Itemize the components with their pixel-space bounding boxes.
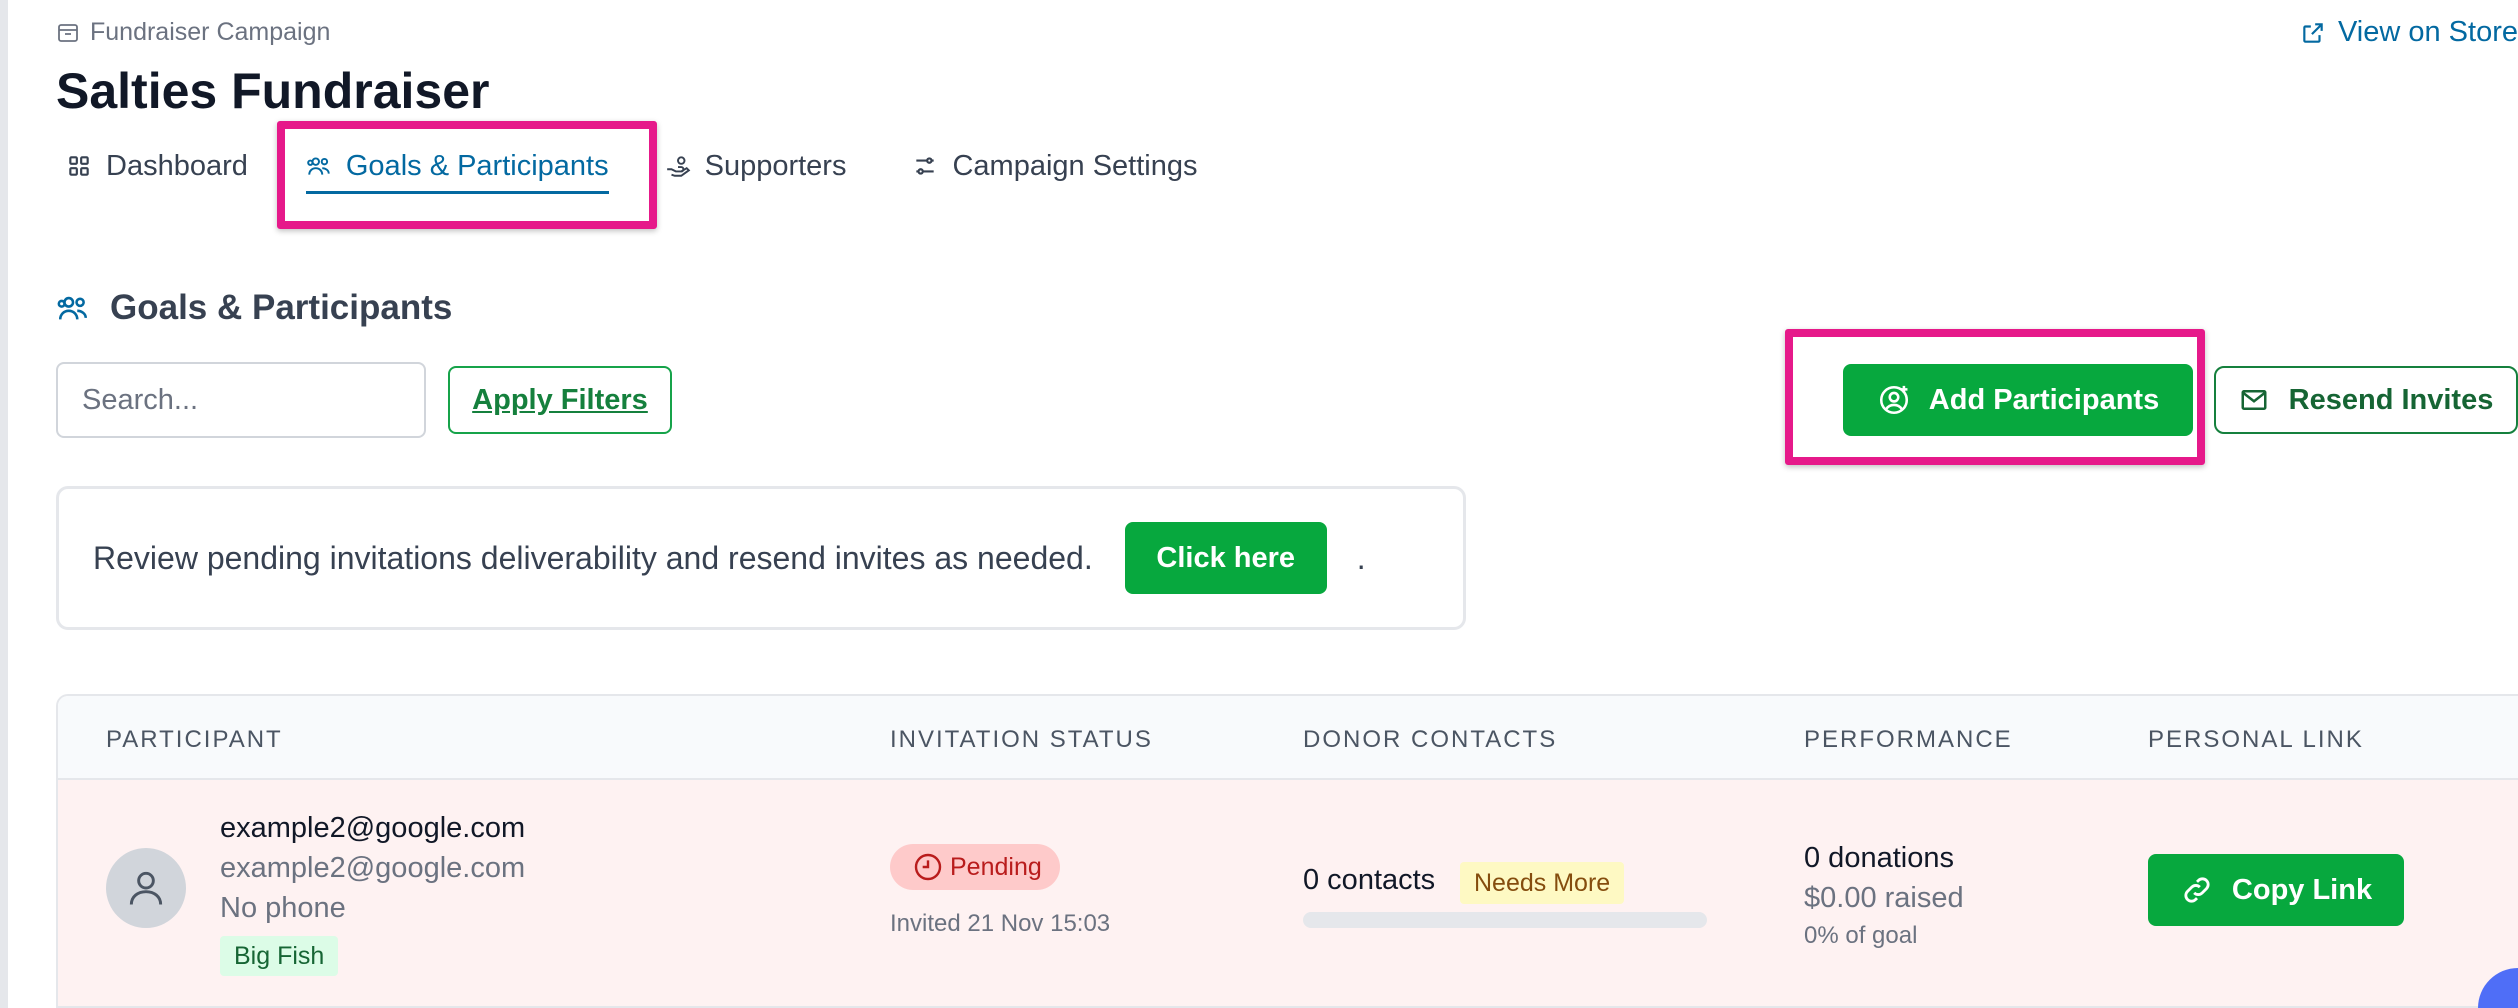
amount-raised: $0.00 raised [1804, 882, 1964, 914]
add-participants-label: Add Participants [1928, 383, 2160, 416]
user-plus-icon [1879, 385, 1908, 415]
copy-link-button[interactable]: Copy Link [2148, 854, 2404, 926]
notice-text: Review pending invitations deliverabilit… [93, 539, 1093, 576]
needs-more-badge: Needs More [1460, 862, 1625, 904]
notice-suffix: . [1356, 539, 1366, 576]
tab-supporters[interactable]: Supporters [665, 130, 847, 202]
tab-label: Campaign Settings [952, 149, 1198, 182]
tab-goals-participants[interactable]: Goals & Participants [305, 130, 609, 202]
invited-timestamp: Invited 21 Nov 15:03 [890, 910, 1111, 937]
column-header-performance: PERFORMANCE [1804, 726, 2013, 753]
link-icon [2184, 877, 2210, 903]
breadcrumb: Fundraiser Campaign [56, 18, 330, 47]
sliders-icon [916, 157, 935, 175]
users-icon [307, 157, 330, 175]
view-on-store-link[interactable]: View on Store [2300, 16, 2518, 49]
participant-tag: Big Fish [220, 936, 339, 976]
tab-campaign-settings[interactable]: Campaign Settings [912, 130, 1198, 202]
resend-invites-button[interactable]: Resend Invites [2214, 366, 2518, 434]
tab-label: Supporters [704, 149, 847, 182]
mail-icon [2241, 390, 2267, 410]
tab-label: Goals & Participants [345, 149, 609, 182]
tab-bar: Dashboard Goals & Participants Supporter… [56, 130, 1198, 202]
apply-filters-button[interactable]: Apply Filters [448, 366, 672, 434]
hand-coins-icon [666, 156, 690, 177]
left-rail [0, 0, 8, 1008]
status-badge: Pending [890, 844, 1060, 890]
copy-link-label: Copy Link [2231, 873, 2373, 906]
participant-name: example2@google.com [220, 812, 526, 844]
page-title: Salties Fundraiser [56, 63, 490, 119]
contacts-progress-bar [1303, 912, 1707, 928]
participants-table: PARTICIPANT INVITATION STATUS DONOR CONT… [56, 694, 2518, 1008]
notice-banner: Review pending invitations deliverabilit… [56, 486, 1466, 630]
resend-invites-label: Resend Invites [2288, 383, 2494, 416]
goal-percentage: 0% of goal [1804, 922, 1918, 949]
status-label: Pending [950, 852, 1042, 881]
search-input[interactable] [56, 362, 426, 438]
external-link-icon [2303, 22, 2323, 43]
breadcrumb-label: Fundraiser Campaign [90, 18, 331, 46]
participant-email: example2@google.com [220, 852, 526, 884]
table-row: example2@google.com example2@google.com … [58, 780, 2518, 1006]
contacts-count: 0 contacts [1303, 864, 1436, 896]
donations-count: 0 donations [1804, 842, 1954, 874]
users-icon [57, 296, 88, 320]
add-participants-button[interactable]: Add Participants [1843, 364, 2193, 436]
table-header: PARTICIPANT INVITATION STATUS DONOR CONT… [58, 696, 2518, 780]
column-header-donor-contacts: DONOR CONTACTS [1303, 726, 1558, 753]
section-title: Goals & Participants [56, 288, 452, 328]
avatar [106, 848, 186, 928]
grid-icon [69, 156, 89, 176]
column-header-invitation-status: INVITATION STATUS [890, 726, 1153, 753]
archive-box-icon [58, 23, 78, 42]
column-header-participant: PARTICIPANT [106, 726, 283, 753]
participant-phone: No phone [220, 892, 346, 924]
user-icon [129, 871, 163, 905]
section-title-label: Goals & Participants [110, 288, 453, 327]
click-here-button[interactable]: Click here [1124, 522, 1327, 594]
tab-dashboard[interactable]: Dashboard [66, 130, 248, 202]
column-header-personal-link: PERSONAL LINK [2148, 726, 2364, 753]
view-on-store-label: View on Store [2337, 16, 2518, 48]
tab-label: Dashboard [106, 149, 248, 182]
clock-icon [914, 853, 942, 881]
